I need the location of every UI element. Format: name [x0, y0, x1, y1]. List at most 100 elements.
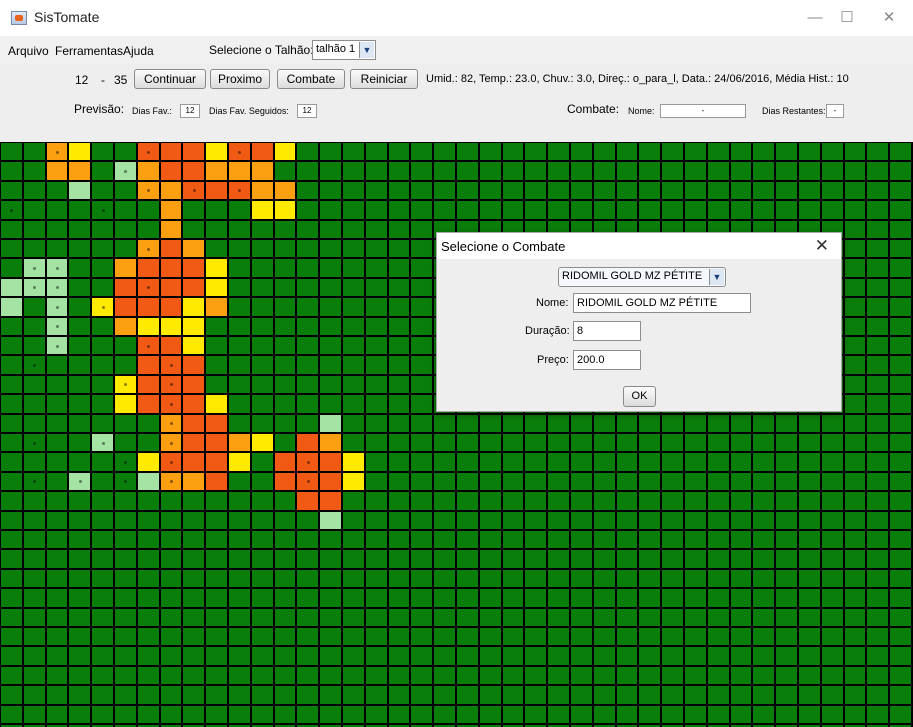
- grid-cell[interactable]: [320, 395, 341, 413]
- grid-cell[interactable]: [479, 162, 501, 180]
- grid-cell[interactable]: [867, 356, 889, 374]
- grid-cell[interactable]: [23, 395, 45, 413]
- proximo-button[interactable]: Proximo: [210, 69, 270, 89]
- grid-cell[interactable]: [753, 181, 775, 200]
- grid-cell[interactable]: [229, 201, 250, 219]
- grid-cell[interactable]: [662, 511, 683, 529]
- grid-cell[interactable]: [137, 666, 159, 685]
- grid-cell[interactable]: [251, 628, 273, 646]
- grid-cell[interactable]: [479, 628, 501, 646]
- grid-cell[interactable]: [388, 317, 410, 335]
- grid-cell[interactable]: [434, 511, 455, 529]
- grid-cell[interactable]: [685, 647, 706, 665]
- grid-cell[interactable]: [92, 550, 113, 568]
- grid-cell[interactable]: [320, 531, 341, 549]
- grid-cell[interactable]: [46, 259, 68, 277]
- grid-cell[interactable]: [571, 531, 592, 549]
- grid-cell[interactable]: [753, 472, 775, 491]
- grid-cell[interactable]: [343, 278, 364, 297]
- grid-cell[interactable]: [753, 162, 775, 180]
- grid-cell[interactable]: [251, 705, 273, 723]
- grid-cell[interactable]: [662, 434, 683, 452]
- grid-cell[interactable]: [479, 608, 501, 626]
- grid-cell[interactable]: [867, 453, 889, 471]
- grid-cell[interactable]: [320, 492, 341, 510]
- grid-cell[interactable]: [388, 414, 410, 432]
- grid-cell[interactable]: [502, 201, 524, 219]
- grid-cell[interactable]: [274, 686, 296, 704]
- grid-cell[interactable]: [457, 569, 478, 588]
- grid-cell[interactable]: [137, 705, 159, 723]
- grid-cell[interactable]: [115, 453, 136, 471]
- grid-cell[interactable]: [571, 472, 592, 491]
- grid-cell[interactable]: [115, 628, 136, 646]
- grid-cell[interactable]: [297, 414, 319, 432]
- grid-cell[interactable]: [137, 181, 159, 200]
- grid-cell[interactable]: [297, 531, 319, 549]
- grid-cell[interactable]: [685, 414, 706, 432]
- grid-cell[interactable]: [502, 492, 524, 510]
- grid-cell[interactable]: [160, 375, 182, 394]
- grid-cell[interactable]: [274, 220, 296, 238]
- grid-cell[interactable]: [730, 531, 752, 549]
- grid-cell[interactable]: [251, 550, 273, 568]
- grid-cell[interactable]: [320, 278, 341, 297]
- grid-cell[interactable]: [525, 162, 547, 180]
- grid-cell[interactable]: [388, 434, 410, 452]
- grid-cell[interactable]: [707, 686, 729, 704]
- grid-cell[interactable]: [229, 589, 250, 607]
- grid-cell[interactable]: [411, 240, 433, 258]
- grid-cell[interactable]: [662, 686, 683, 704]
- grid-cell[interactable]: [890, 647, 911, 665]
- grid-cell[interactable]: [411, 278, 433, 297]
- grid-cell[interactable]: [274, 472, 296, 491]
- grid-cell[interactable]: [365, 434, 387, 452]
- grid-cell[interactable]: [229, 550, 250, 568]
- grid-cell[interactable]: [525, 628, 547, 646]
- grid-cell[interactable]: [776, 143, 797, 161]
- grid-cell[interactable]: [274, 395, 296, 413]
- grid-cell[interactable]: [457, 492, 478, 510]
- grid-cell[interactable]: [46, 337, 68, 355]
- grid-cell[interactable]: [274, 453, 296, 471]
- grid-cell[interactable]: [183, 337, 205, 355]
- grid-cell[interactable]: [69, 240, 91, 258]
- grid-cell[interactable]: [890, 550, 911, 568]
- grid-cell[interactable]: [183, 143, 205, 161]
- grid-cell[interactable]: [548, 201, 569, 219]
- grid-cell[interactable]: [206, 201, 227, 219]
- grid-cell[interactable]: [206, 453, 227, 471]
- grid-cell[interactable]: [707, 550, 729, 568]
- grid-cell[interactable]: [46, 628, 68, 646]
- grid-cell[interactable]: [502, 628, 524, 646]
- grid-cell[interactable]: [707, 162, 729, 180]
- grid-cell[interactable]: [434, 162, 455, 180]
- grid-cell[interactable]: [115, 550, 136, 568]
- grid-cell[interactable]: [616, 414, 638, 432]
- grid-cell[interactable]: [388, 647, 410, 665]
- grid-cell[interactable]: [571, 492, 592, 510]
- grid-cell[interactable]: [23, 531, 45, 549]
- grid-cell[interactable]: [274, 414, 296, 432]
- grid-cell[interactable]: [115, 589, 136, 607]
- grid-cell[interactable]: [502, 472, 524, 491]
- grid-cell[interactable]: [69, 220, 91, 238]
- grid-cell[interactable]: [160, 356, 182, 374]
- grid-cell[interactable]: [457, 511, 478, 529]
- grid-cell[interactable]: [388, 259, 410, 277]
- grid-cell[interactable]: [320, 298, 341, 316]
- grid-cell[interactable]: [890, 569, 911, 588]
- grid-cell[interactable]: [160, 414, 182, 432]
- grid-cell[interactable]: [867, 608, 889, 626]
- grid-cell[interactable]: [251, 375, 273, 394]
- grid-cell[interactable]: [46, 278, 68, 297]
- grid-cell[interactable]: [502, 453, 524, 471]
- grid-cell[interactable]: [23, 337, 45, 355]
- grid-cell[interactable]: [616, 628, 638, 646]
- grid-cell[interactable]: [23, 240, 45, 258]
- grid-cell[interactable]: [160, 220, 182, 238]
- grid-cell[interactable]: [1, 608, 22, 626]
- grid-cell[interactable]: [69, 472, 91, 491]
- grid-cell[interactable]: [46, 686, 68, 704]
- grid-cell[interactable]: [343, 181, 364, 200]
